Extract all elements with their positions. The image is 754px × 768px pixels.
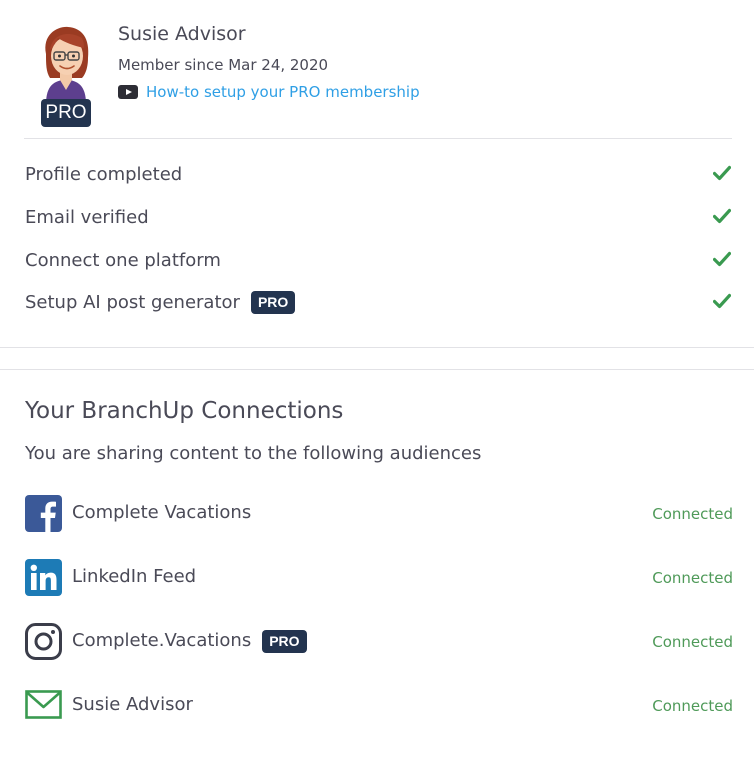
connection-name: LinkedIn Feed — [72, 566, 197, 587]
connection-row-linkedin[interactable]: LinkedIn Feed Connected — [25, 559, 733, 599]
connection-status: Connected — [652, 505, 733, 523]
linkedin-icon — [25, 559, 62, 596]
divider — [0, 347, 754, 348]
user-name: Susie Advisor — [118, 23, 246, 45]
check-icon — [713, 165, 731, 181]
checklist-item: Email verified — [25, 197, 735, 237]
email-icon — [25, 690, 62, 719]
connection-row-facebook[interactable]: Complete Vacations Connected — [25, 495, 733, 535]
checklist-item: Connect one platform — [25, 240, 735, 280]
connection-name: Complete Vacations — [72, 502, 252, 523]
instagram-icon — [25, 623, 62, 660]
facebook-icon — [25, 495, 62, 532]
connections-subtitle: You are sharing content to the following… — [25, 443, 482, 464]
checklist-label: Email verified — [25, 206, 149, 228]
howto-link[interactable]: How-to setup your PRO membership — [146, 82, 420, 102]
connection-name: Susie Advisor — [72, 694, 193, 715]
avatar — [38, 24, 94, 104]
connections-title: Your BranchUp Connections — [25, 398, 344, 424]
profile-header: PRO Susie Advisor Member since Mar 24, 2… — [0, 0, 754, 139]
connection-status: Connected — [652, 633, 733, 651]
check-icon — [713, 251, 731, 267]
checklist-item: Profile completed — [25, 154, 735, 194]
checklist-item: Setup AI post generator PRO — [25, 282, 735, 322]
checklist-label: Setup AI post generator — [25, 291, 240, 313]
connection-status: Connected — [652, 569, 733, 587]
pro-badge: PRO — [262, 629, 307, 653]
member-since: Member since Mar 24, 2020 — [118, 56, 329, 74]
connection-row-instagram[interactable]: Complete.Vacations PRO Connected — [25, 623, 733, 663]
connection-status: Connected — [652, 697, 733, 715]
divider — [24, 138, 732, 139]
check-icon — [713, 208, 731, 224]
checklist-label: Profile completed — [25, 163, 183, 185]
youtube-icon — [118, 85, 138, 99]
checklist-label: Connect one platform — [25, 249, 221, 271]
check-icon — [713, 293, 731, 309]
pro-badge: PRO — [41, 99, 91, 127]
pro-badge: PRO — [250, 290, 296, 314]
connection-name: Complete.Vacations PRO — [72, 629, 307, 653]
howto-link-row[interactable]: How-to setup your PRO membership — [118, 82, 420, 102]
avatar-illustration — [45, 26, 89, 104]
connection-row-email[interactable]: Susie Advisor Connected — [25, 687, 733, 727]
connection-name-text: Complete.Vacations — [72, 630, 252, 651]
divider — [0, 369, 754, 370]
